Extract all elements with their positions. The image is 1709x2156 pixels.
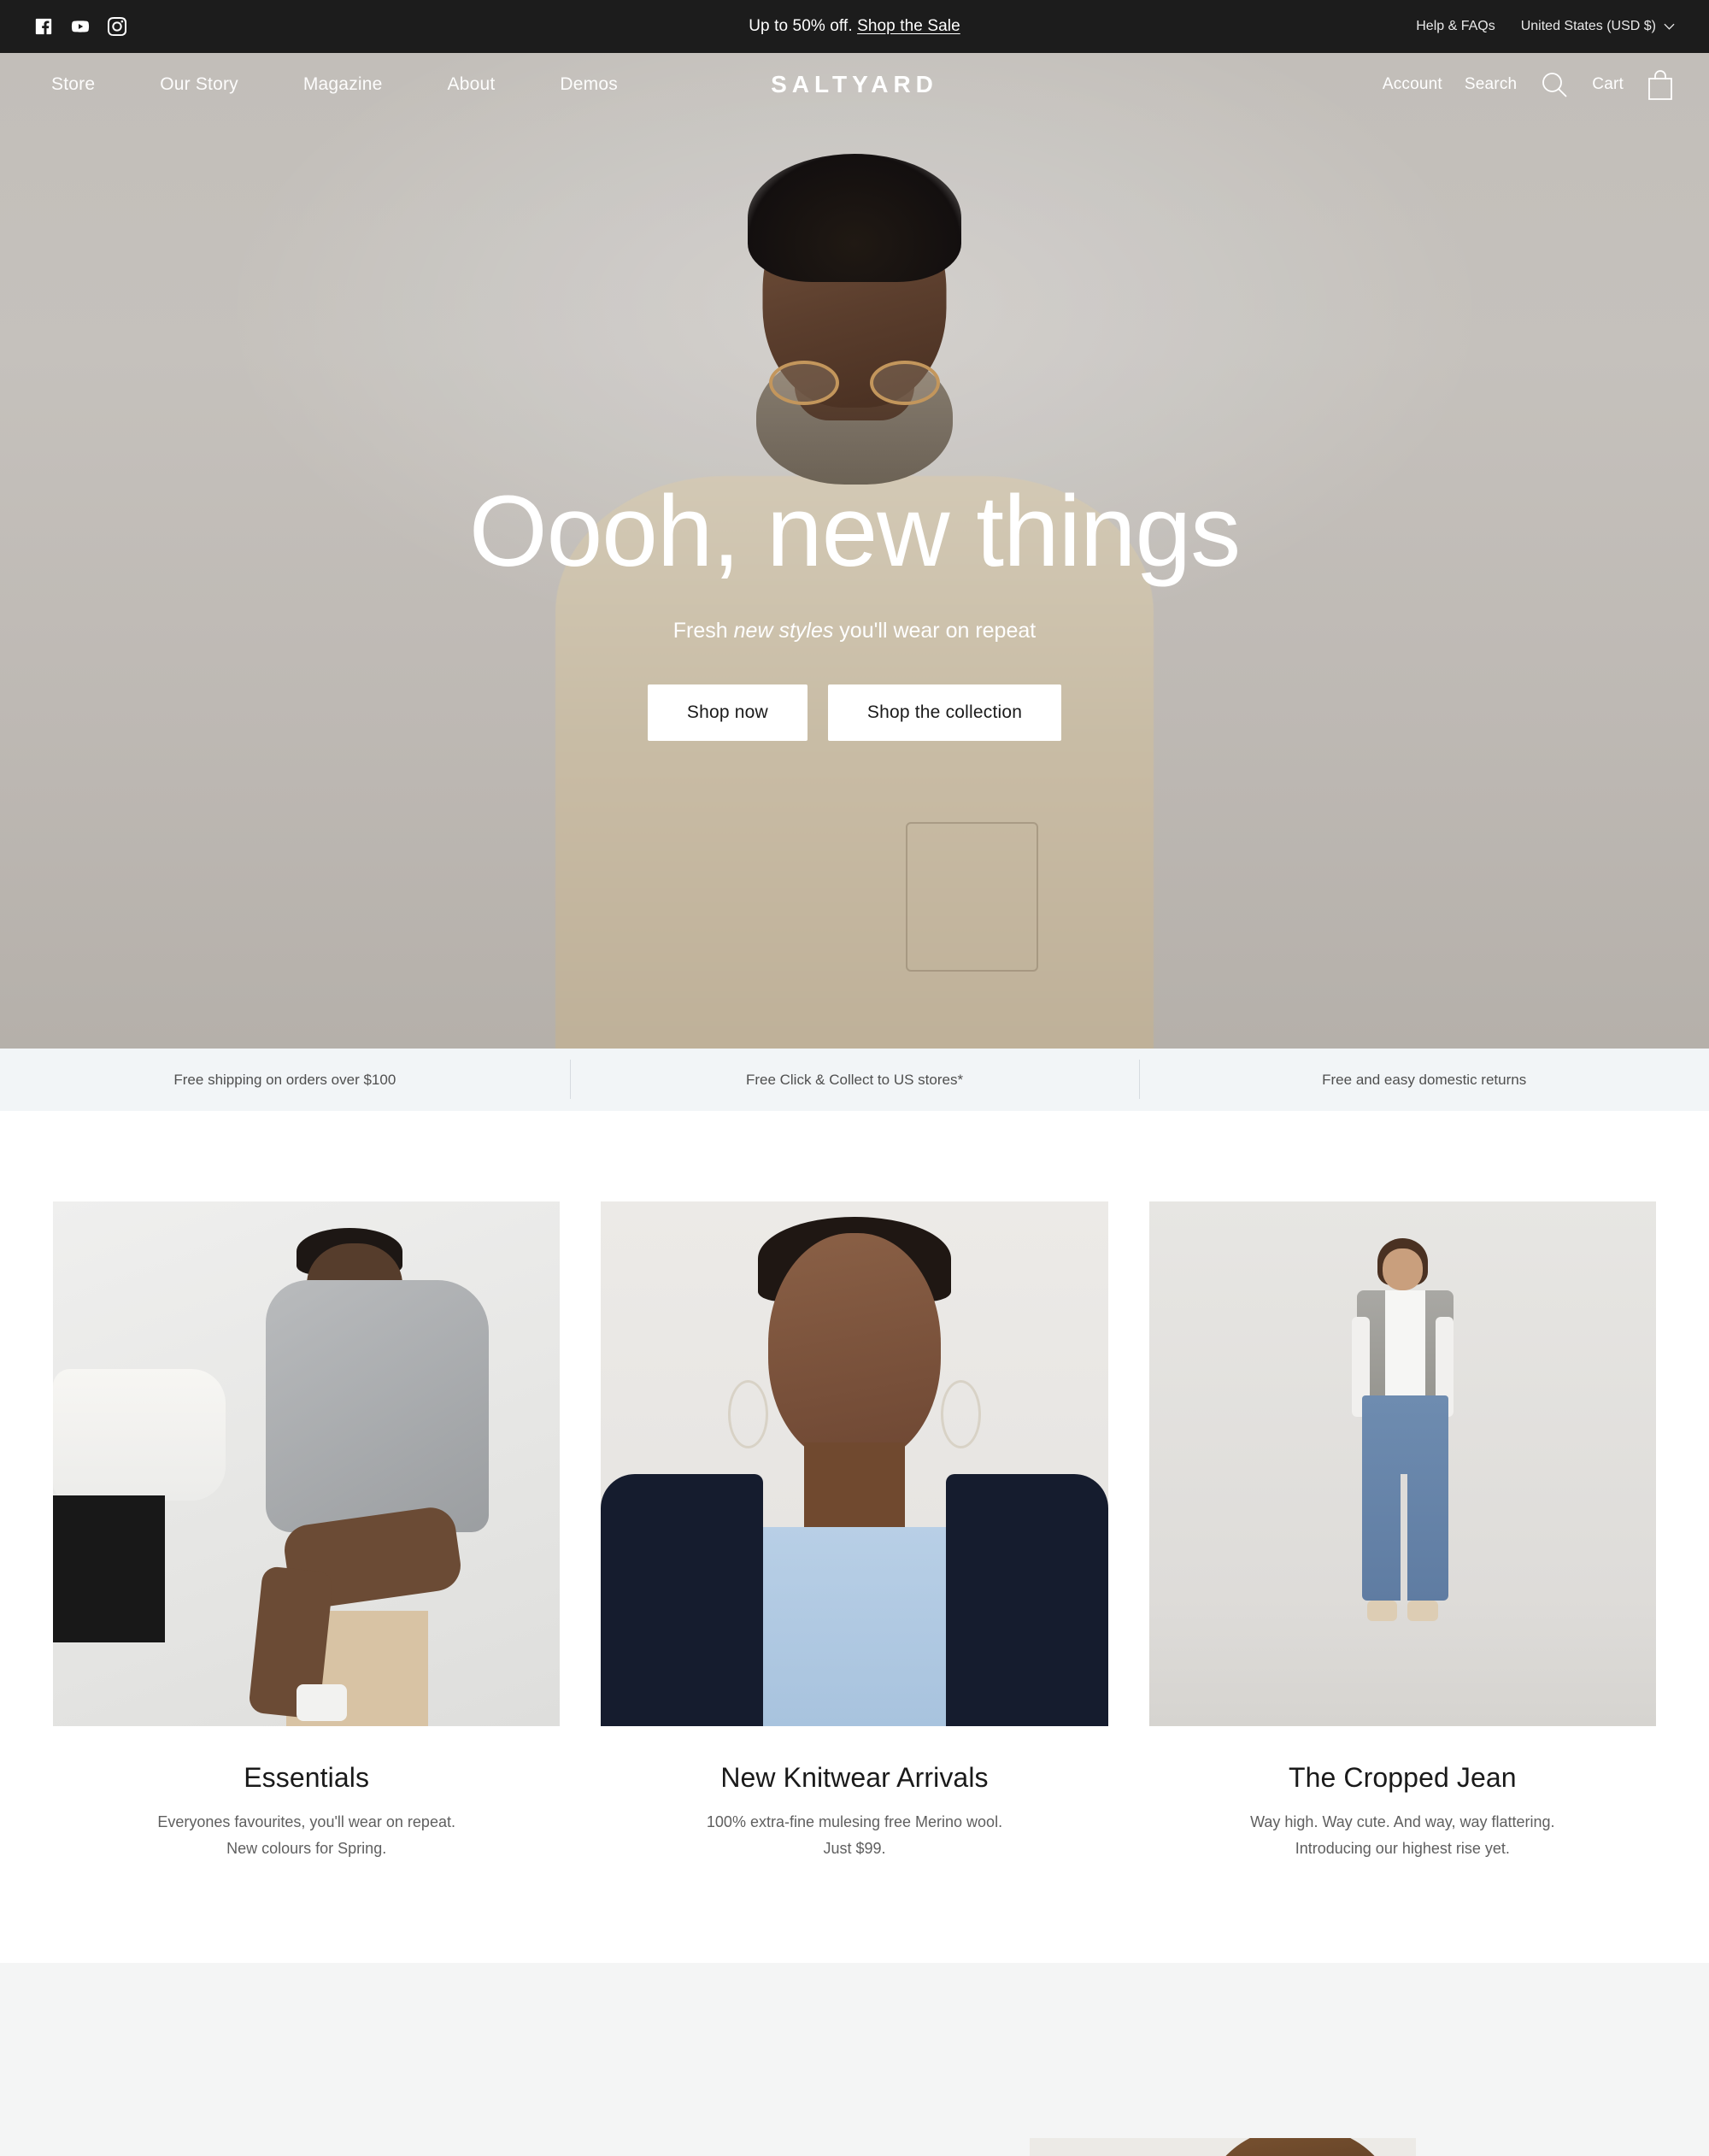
collection-desc-line1: Everyones favourites, you'll wear on rep… <box>157 1813 455 1830</box>
collection-image-essentials[interactable] <box>53 1201 561 1726</box>
nav-item-magazine[interactable]: Magazine <box>271 74 415 95</box>
collection-image-cropped-jean[interactable] <box>1148 1201 1656 1726</box>
account-link[interactable]: Account <box>1383 75 1442 94</box>
cart-label[interactable]: Cart <box>1592 75 1624 94</box>
nav-item-about[interactable]: About <box>415 74 528 95</box>
nav-item-our-story[interactable]: Our Story <box>127 74 271 95</box>
shop-now-button[interactable]: Shop now <box>647 684 808 742</box>
benefit-free-shipping: Free shipping on orders over $100 <box>173 1071 396 1088</box>
instagram-glyph <box>108 17 126 36</box>
collections-section: Essentials Everyones favourites, you'll … <box>0 1111 1709 1963</box>
nav-item-store[interactable]: Store <box>34 74 127 95</box>
collection-desc-line2: New colours for Spring. <box>226 1839 387 1857</box>
site-header: Store Our Story Magazine About Demos SAL… <box>0 53 1709 116</box>
collection-title-essentials: Essentials <box>244 1762 370 1793</box>
utility-navigation: Account Search Cart <box>1383 68 1675 101</box>
hero-subtitle-before: Fresh <box>672 619 734 643</box>
feature-section <box>0 1962 1709 2156</box>
benefit-click-and-collect: Free Click & Collect to US stores* <box>569 1059 1140 1099</box>
announcement-utility-links: Help & FAQs United States (USD $) <box>1416 19 1675 34</box>
essentials-photo <box>53 1201 561 1726</box>
shop-the-collection-button[interactable]: Shop the collection <box>827 684 1062 742</box>
collection-title-knitwear: New Knitwear Arrivals <box>720 1762 989 1793</box>
primary-navigation: Store Our Story Magazine About Demos <box>34 74 650 95</box>
help-faqs-link[interactable]: Help & FAQs <box>1416 19 1495 34</box>
search-icon <box>1542 73 1567 97</box>
collection-desc-line1: 100% extra-fine mulesing free Merino woo… <box>706 1813 1003 1830</box>
collection-desc-line1: Way high. Way cute. And way, way flatter… <box>1250 1813 1555 1830</box>
chevron-down-icon <box>1664 23 1675 30</box>
locale-selector[interactable]: United States (USD $) <box>1521 19 1675 34</box>
youtube-icon[interactable] <box>71 17 90 36</box>
hero-subtitle: Fresh new styles you'll wear on repeat <box>0 619 1709 643</box>
hero-subtitle-emphasis: new styles <box>733 619 834 643</box>
hero-cta-group: Shop now Shop the collection <box>0 684 1709 742</box>
feature-image[interactable] <box>1030 2137 1416 2156</box>
benefit-returns: Free and easy domestic returns <box>1139 1059 1709 1099</box>
benefits-bar: Free shipping on orders over $100 Free C… <box>0 1049 1709 1111</box>
hero-banner: Store Our Story Magazine About Demos SAL… <box>0 53 1709 1049</box>
announcement-bar: Up to 50% off. Shop the Sale Help & FAQs… <box>0 0 1709 53</box>
hero-subtitle-after: you'll wear on repeat <box>833 619 1037 643</box>
collection-image-knitwear[interactable] <box>601 1201 1108 1726</box>
shop-the-sale-link[interactable]: Shop the Sale <box>857 17 960 35</box>
locale-label: United States (USD $) <box>1520 19 1656 33</box>
collection-card-knitwear[interactable]: New Knitwear Arrivals 100% extra-fine mu… <box>601 1201 1108 1862</box>
shopping-bag-icon <box>1648 70 1672 100</box>
collection-title-cropped-jean: The Cropped Jean <box>1288 1762 1517 1793</box>
promo-prefix: Up to 50% off. <box>749 17 858 35</box>
knitwear-photo <box>601 1201 1108 1726</box>
collections-grid: Essentials Everyones favourites, you'll … <box>0 1201 1709 1862</box>
collection-desc-line2: Just $99. <box>823 1839 886 1857</box>
instagram-icon[interactable] <box>108 17 126 36</box>
social-links <box>34 17 126 36</box>
search-button[interactable] <box>1539 69 1570 100</box>
collection-card-essentials[interactable]: Essentials Everyones favourites, you'll … <box>53 1201 561 1862</box>
youtube-glyph <box>71 21 90 32</box>
collection-desc-line2: Introducing our highest rise yet. <box>1295 1839 1510 1857</box>
facebook-glyph <box>35 18 52 35</box>
nav-item-demos[interactable]: Demos <box>527 74 650 95</box>
facebook-icon[interactable] <box>34 17 53 36</box>
cropped-jean-photo <box>1148 1201 1656 1726</box>
collection-desc-cropped-jean: Way high. Way cute. And way, way flatter… <box>1149 1809 1656 1862</box>
search-label[interactable]: Search <box>1465 75 1517 94</box>
cart-button[interactable] <box>1646 68 1675 101</box>
hero-title: Oooh, new things <box>468 475 1241 588</box>
feature-model-hair <box>1199 2137 1401 2156</box>
hero-content: Oooh, new things Fresh new styles you'll… <box>0 475 1709 742</box>
collection-desc-knitwear: 100% extra-fine mulesing free Merino woo… <box>601 1809 1107 1862</box>
collection-desc-essentials: Everyones favourites, you'll wear on rep… <box>53 1809 560 1862</box>
collection-card-cropped-jean[interactable]: The Cropped Jean Way high. Way cute. And… <box>1148 1201 1656 1862</box>
